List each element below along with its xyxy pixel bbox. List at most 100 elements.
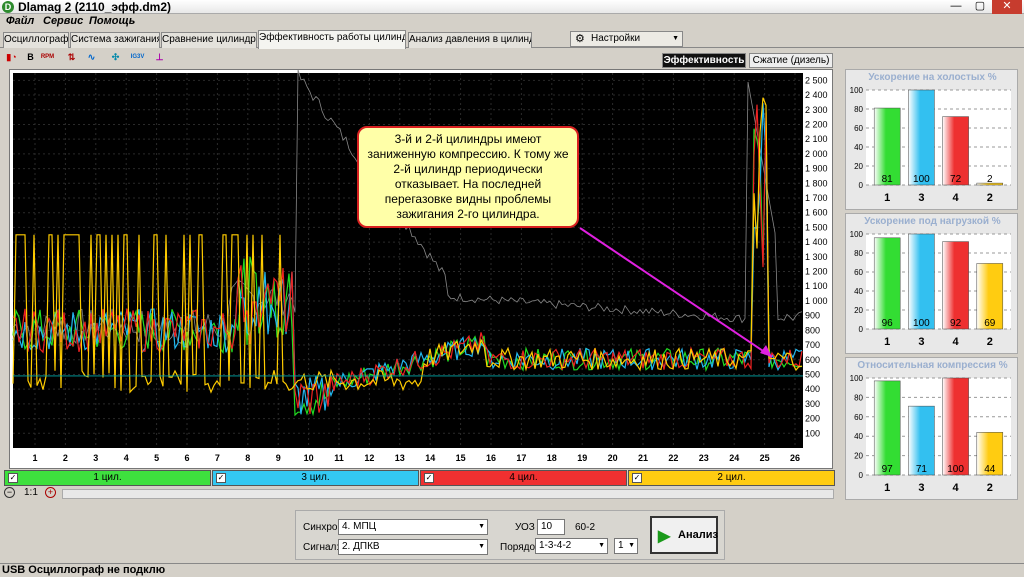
order-select[interactable]: 1-3-4-2 ▼ — [535, 538, 608, 554]
checkbox-icon[interactable]: ✓ — [216, 473, 226, 483]
ignition-icon[interactable]: IG3V — [130, 50, 145, 65]
y-tick-label: 200 — [805, 414, 820, 424]
x-tick-label: 8 — [245, 453, 250, 463]
analyze-button[interactable]: ▶ Анализ — [650, 516, 718, 554]
panel-chart: 0 20 40 60 80 100 81 1 100 3 72 4 2 2 — [850, 86, 1011, 204]
panel-compression: Относительная компрессия % 0 20 40 60 80 100 9… — [845, 357, 1018, 500]
sync-select[interactable]: 4. МПЦ ▼ — [338, 519, 488, 535]
bar — [873, 237, 901, 330]
checkbox-icon[interactable]: ✓ — [424, 473, 434, 483]
menu-file[interactable]: Файл — [6, 15, 34, 27]
tab-cylinder-efficiency[interactable]: Эффективность работы цилиндров — [258, 30, 406, 49]
tab-oscilloscope[interactable]: Осциллограф — [3, 32, 69, 48]
bold-b-icon[interactable]: B — [23, 50, 38, 65]
legend-cyl-1[interactable]: ✓ 1 цил. — [4, 470, 211, 486]
y-tick-label: 20 — [854, 306, 863, 315]
y-tick-label: 1 300 — [805, 252, 828, 262]
y-tick-label: 2 400 — [805, 90, 828, 100]
x-tick-label: 23 — [699, 453, 709, 463]
x-tick-label: 6 — [184, 453, 189, 463]
uoz-label: УОЗ — [515, 522, 535, 533]
y-tick-label: 600 — [805, 355, 820, 365]
signal-select[interactable]: 2. ДПКВ ▼ — [338, 539, 488, 555]
x-tick-label: 3 — [93, 453, 98, 463]
y-tick-label: 2 100 — [805, 134, 828, 144]
panel-load-accel: Ускорение под нагрузкой % 0 20 40 60 80 100 96… — [845, 213, 1018, 354]
rpm-icon[interactable]: RPM — [40, 50, 55, 65]
y-tick-label: 80 — [854, 105, 863, 114]
y-tick-label: 60 — [854, 268, 863, 277]
settings-dropdown[interactable]: ⚙ Настройки ▼ — [570, 31, 683, 47]
maximize-button[interactable]: ▢ — [968, 0, 992, 14]
x-tick-label: 1 — [32, 453, 37, 463]
status-bar: USB Осциллограф не подклю — [0, 563, 1024, 576]
annotation-callout: 3-й и 2-й цилиндры имеют заниженную комп… — [357, 126, 579, 228]
title-bar: D Dlamag 2 (2110_эфф.dm2) — ▢ ✕ — [0, 0, 1024, 14]
horizontal-scrollbar[interactable] — [62, 489, 834, 499]
bar-category-label: 1 — [884, 482, 890, 494]
x-tick-label: 4 — [124, 453, 129, 463]
uoz-input[interactable]: 10 — [537, 519, 565, 535]
y-tick-label: 40 — [854, 287, 863, 296]
teeth-label: 60-2 — [575, 522, 596, 533]
bar-category-label: 4 — [953, 336, 960, 348]
zoom-in-icon[interactable]: + — [45, 487, 56, 498]
y-tick-label: 1 700 — [805, 193, 828, 203]
x-tick-label: 21 — [638, 453, 648, 463]
legend-label: 2 цил. — [717, 472, 746, 483]
tab-pressure-analysis[interactable]: Анализ давления в цилиндре — [408, 32, 532, 48]
chevron-down-icon: ▼ — [478, 523, 485, 530]
tab-ignition[interactable]: Система зажигания — [70, 32, 160, 48]
x-tick-label: 2 — [63, 453, 68, 463]
wave-icon[interactable]: ∿ — [84, 50, 99, 65]
checkbox-icon[interactable]: ✓ — [632, 473, 642, 483]
legend-cyl-4[interactable]: ✓ 4 цил. — [420, 470, 627, 486]
y-tick-label: 0 — [859, 325, 864, 334]
y-tick-label: 1 800 — [805, 178, 828, 188]
bar-value-label: 81 — [882, 174, 894, 185]
x-tick-label: 19 — [577, 453, 587, 463]
window-title: Dlamag 2 (2110_эфф.dm2) — [18, 0, 172, 14]
tab-cylinder-compare[interactable]: Сравнение цилиндров — [161, 32, 257, 48]
order-num-select[interactable]: 1 ▼ — [614, 538, 638, 554]
bar-value-label: 100 — [913, 174, 930, 185]
menu-service[interactable]: Сервис — [43, 15, 83, 27]
x-tick-label: 13 — [395, 453, 405, 463]
close-button[interactable]: ✕ — [992, 0, 1022, 14]
bar — [908, 89, 935, 186]
chevron-down-icon: ▼ — [672, 35, 679, 42]
x-tick-label: 24 — [729, 453, 739, 463]
zoom-level: 1:1 — [24, 487, 38, 498]
tab-efficiency[interactable]: Эффективность — [662, 53, 746, 68]
bar-value-label: 96 — [882, 318, 894, 329]
panel-title: Ускорение под нагрузкой % — [864, 216, 1001, 227]
x-tick-label: 26 — [790, 453, 800, 463]
menu-help[interactable]: Помощь — [89, 15, 135, 27]
panel-chart: 0204060801009717131004442 — [850, 374, 1011, 494]
y-tick-label: 60 — [854, 124, 863, 133]
bar-value-label: 100 — [913, 318, 930, 329]
legend-label: 1 цил. — [93, 472, 122, 483]
bar-value-label: 97 — [882, 464, 894, 475]
order-label: Порядок — [500, 542, 540, 553]
y-tick-label: 500 — [805, 369, 820, 379]
bars-icon[interactable]: ▮◔ — [4, 50, 19, 65]
bar — [942, 377, 969, 476]
marker-icon[interactable]: ⇅ — [64, 50, 79, 65]
checkbox-icon[interactable]: ✓ — [8, 473, 18, 483]
y-tick-label: 400 — [805, 384, 820, 394]
y-tick-label: 1 400 — [805, 237, 828, 247]
legend-cyl-3[interactable]: ✓ 3 цил. — [212, 470, 419, 486]
settings-icon[interactable]: ⊥ — [152, 50, 167, 65]
y-tick-label: 20 — [854, 452, 863, 461]
tab-strip: Осциллограф Система зажигания Сравнение … — [0, 30, 1024, 49]
sensor-icon[interactable]: ✣ — [108, 50, 123, 65]
y-tick-label: 40 — [854, 432, 863, 441]
legend-cyl-2[interactable]: ✓ 2 цил. — [628, 470, 835, 486]
tab-compression-diesel[interactable]: Сжатие (дизель) — [749, 53, 833, 68]
bar-value-label: 69 — [984, 318, 996, 329]
zoom-out-icon[interactable]: − — [4, 487, 15, 498]
chevron-down-icon: ▼ — [628, 542, 635, 549]
minimize-button[interactable]: — — [944, 0, 968, 14]
y-tick-label: 700 — [805, 340, 820, 350]
